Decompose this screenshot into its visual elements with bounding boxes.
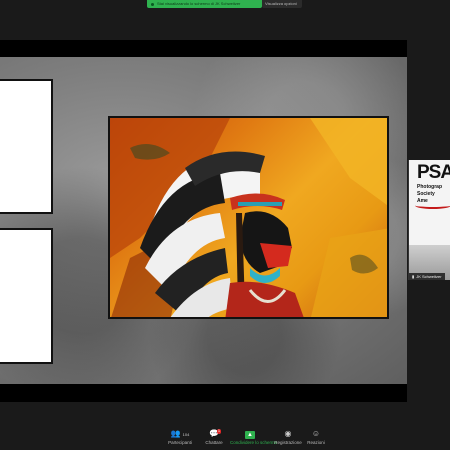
share-status-icon (151, 2, 154, 6)
participant-video-tile[interactable]: PSA Photograp Society Ame (408, 160, 450, 280)
share-screen-icon: ▲ (230, 429, 270, 439)
reactions-icon: ☺ (311, 429, 321, 438)
view-options-button[interactable]: Visualizza opzioni (262, 0, 302, 8)
shared-screen (0, 40, 407, 402)
participant-name: JK Schweitzer (416, 274, 442, 279)
mic-icon: ▮ (412, 274, 415, 279)
chat-badge: 1 (217, 429, 221, 434)
presentation-slide (0, 57, 407, 384)
psa-logo-line-2: Society (417, 191, 435, 197)
screen-share-status[interactable]: Stai visualizzando lo schermo di JK Schw… (147, 0, 262, 8)
reactions-label: Reazioni (307, 440, 325, 445)
chat-button[interactable]: 💬 1 Chattare (194, 429, 234, 446)
chat-label: Chattare (205, 440, 223, 445)
empty-frame-left-bottom (0, 228, 53, 364)
share-screen-label: Condividere lo schermo (230, 440, 278, 445)
portrait-image (110, 118, 387, 317)
meeting-toolbar: 👥 104 Partecipanti 💬 1 Chattare ▲ Condivi… (0, 426, 450, 450)
reactions-button[interactable]: ☺ Reazioni (296, 429, 336, 446)
empty-frame-left-top (0, 79, 53, 214)
psa-logo-text: PSA (417, 162, 450, 183)
chat-icon: 💬 (209, 429, 219, 438)
top-bar: Stai visualizzando lo schermo di JK Schw… (0, 0, 450, 10)
participants-count: 104 (182, 432, 190, 437)
share-screen-button[interactable]: ▲ Condividere lo schermo (230, 429, 278, 446)
participant-name-tag: ▮ JK Schweitzer (409, 273, 445, 280)
featured-photo (108, 116, 389, 319)
psa-logo-line-1: Photograp (417, 184, 442, 190)
psa-logo-swoosh (415, 202, 450, 209)
share-status-text: Stai visualizzando lo schermo di JK Schw… (157, 1, 241, 6)
